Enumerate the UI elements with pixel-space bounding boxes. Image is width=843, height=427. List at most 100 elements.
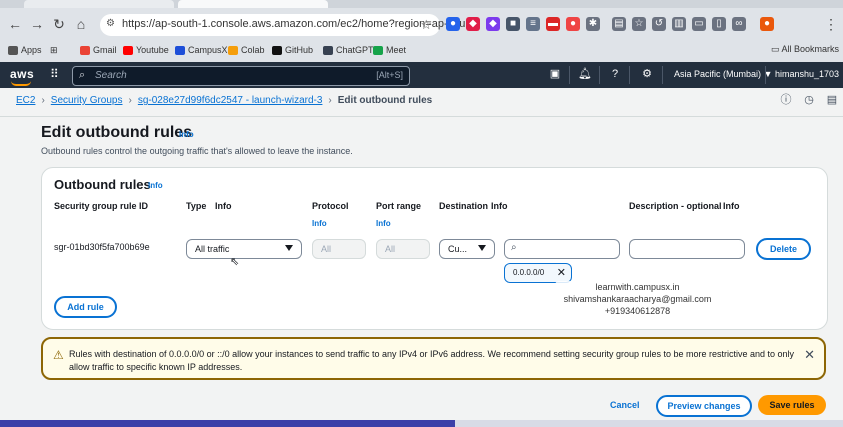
delete-button[interactable]: Delete: [756, 238, 811, 260]
aws-logo[interactable]: aws: [10, 67, 34, 86]
bookmark-chatgpt[interactable]: ChatGPT: [323, 44, 374, 56]
reload-icon[interactable]: ↻: [50, 15, 68, 33]
browser-tab[interactable]: [24, 0, 174, 8]
all-bookmarks[interactable]: ▭ All Bookmarks: [771, 44, 839, 55]
description-info-link[interactable]: Info: [723, 201, 740, 211]
type-info-link[interactable]: Info: [215, 201, 232, 211]
site-settings-icon[interactable]: ⚙: [106, 18, 115, 29]
bookmark-colab[interactable]: Colab: [228, 44, 265, 56]
protocol-value: All: [321, 244, 332, 254]
close-icon[interactable]: ✕: [804, 347, 815, 363]
bookmark-youtube[interactable]: Youtube: [123, 44, 169, 56]
caret-down-icon: [285, 245, 293, 251]
gear-icon[interactable]: ⚙: [640, 67, 654, 81]
skip-back-icon[interactable]: 10: [128, 209, 158, 239]
column-destination: Destination: [439, 201, 489, 211]
tab-search-icon[interactable]: ▭: [692, 17, 706, 31]
menu-icon[interactable]: ⋮: [822, 15, 840, 33]
watermark-line: learnwith.campusx.in: [595, 282, 680, 292]
panel-info-link[interactable]: Info: [148, 181, 163, 190]
destination-search-input[interactable]: ⌕: [504, 239, 620, 259]
extension-icon[interactable]: ■: [506, 17, 520, 31]
history-icon[interactable]: ↺: [652, 17, 666, 31]
port-range-info-link[interactable]: Info: [376, 219, 391, 228]
divider: [0, 116, 843, 117]
search-shortcut: [Alt+S]: [376, 70, 403, 80]
protocol-info-link[interactable]: Info: [312, 219, 327, 228]
info-circle-icon[interactable]: ⓘ: [779, 93, 793, 107]
clock-icon[interactable]: ◷: [802, 93, 816, 107]
chevron-right-icon: ›: [128, 95, 132, 106]
destination-token-value: 0.0.0.0/0: [513, 268, 545, 277]
breadcrumb-security-group[interactable]: sg-028e27d99f6dc2547 - launch-wizard-3: [138, 95, 323, 106]
caret-down-icon: [478, 245, 486, 251]
services-grid-icon[interactable]: ⠿: [50, 68, 62, 80]
mouse-cursor-icon: ⇖: [230, 256, 240, 268]
rule-id-value: sgr-01bd30f5fa700b69e: [54, 242, 150, 252]
save-rules-button[interactable]: Save rules: [758, 395, 826, 415]
home-icon[interactable]: ⌂: [72, 15, 90, 33]
extension-icon[interactable]: ≡: [526, 17, 540, 31]
aws-smile-logo: [11, 81, 31, 86]
aws-search-input[interactable]: ⌕ Search [Alt+S]: [72, 66, 410, 86]
region-selector[interactable]: Asia Pacific (Mumbai) ▼: [674, 69, 772, 79]
bell-icon[interactable]: 🔔︎: [578, 67, 592, 81]
back-icon[interactable]: ←: [6, 15, 24, 33]
feedback-icon[interactable]: ▤: [825, 93, 839, 107]
delete-icon[interactable]: ▥: [672, 17, 686, 31]
extension-icon[interactable]: ▬: [546, 17, 560, 31]
search-placeholder: Search: [95, 70, 127, 81]
cancel-button[interactable]: Cancel: [610, 400, 640, 410]
watermark-line: shivamshankaraacharya@gmail.com: [563, 294, 712, 304]
extension-icon[interactable]: ●: [446, 17, 460, 31]
divider: [599, 66, 600, 84]
browser-tab-active[interactable]: [178, 0, 328, 8]
bookmark-campusx[interactable]: CampusX: [175, 44, 228, 56]
record-icon[interactable]: ●: [566, 17, 580, 31]
bookmark-gmail[interactable]: Gmail: [80, 44, 117, 56]
split-view-icon[interactable]: ▯: [712, 17, 726, 31]
breadcrumb-security-groups[interactable]: Security Groups: [51, 95, 123, 106]
video-progress-bar[interactable]: [0, 420, 843, 427]
video-progress-fill: [0, 420, 456, 427]
pocket-icon[interactable]: ◆: [466, 17, 480, 31]
grid-icon[interactable]: ⊞: [50, 44, 58, 56]
close-icon[interactable]: ✕: [557, 266, 566, 279]
protocol-field: All: [312, 239, 366, 259]
page-info-link[interactable]: Info: [179, 130, 194, 139]
account-menu[interactable]: himanshu_1703 ▼: [775, 69, 843, 79]
play-icon[interactable]: [418, 210, 438, 234]
preview-changes-button[interactable]: Preview changes: [656, 395, 752, 417]
page-description: Outbound rules control the outgoing traf…: [41, 146, 353, 156]
link-icon[interactable]: ∞: [732, 17, 746, 31]
puzzle-icon[interactable]: ✱: [586, 17, 600, 31]
address-bar[interactable]: ⚙ https://ap-south-1.console.aws.amazon.…: [100, 14, 475, 36]
extension-icon[interactable]: ◆: [486, 17, 500, 31]
reading-list-icon[interactable]: ▤: [612, 17, 626, 31]
bookmark-star-icon[interactable]: ☆: [420, 17, 432, 33]
destination-info-link[interactable]: Info: [491, 201, 508, 211]
destination-type-value: Cu...: [448, 244, 468, 254]
divider: [629, 66, 630, 84]
type-select[interactable]: All traffic: [186, 239, 302, 259]
destination-type-select[interactable]: Cu...: [439, 239, 495, 259]
port-range-field: All: [376, 239, 430, 259]
chevron-right-icon: ›: [328, 95, 332, 106]
skip-forward-icon[interactable]: 10: [694, 209, 724, 239]
cloudshell-icon[interactable]: ▣: [548, 67, 562, 81]
description-input[interactable]: [629, 239, 745, 259]
column-type: Type: [186, 201, 207, 211]
bookmark-github[interactable]: GitHub: [272, 44, 313, 56]
port-range-value: All: [385, 244, 396, 254]
watermark: learnwith.campusx.in shivamshankaraachar…: [555, 281, 720, 321]
bookmark-meet[interactable]: Meet: [373, 44, 406, 56]
bookmarks-icon[interactable]: ☆: [632, 17, 646, 31]
profile-icon[interactable]: ●: [760, 17, 774, 31]
help-icon[interactable]: ?: [608, 67, 622, 81]
forward-icon[interactable]: →: [28, 15, 46, 33]
add-rule-button[interactable]: Add rule: [54, 296, 117, 318]
bookmark-apps[interactable]: Apps: [8, 44, 42, 56]
bookmarks-bar: Apps ⊞ Gmail Youtube CampusX Colab GitHu…: [0, 40, 843, 60]
divider: [569, 66, 570, 84]
breadcrumb-ec2[interactable]: EC2: [16, 95, 35, 106]
